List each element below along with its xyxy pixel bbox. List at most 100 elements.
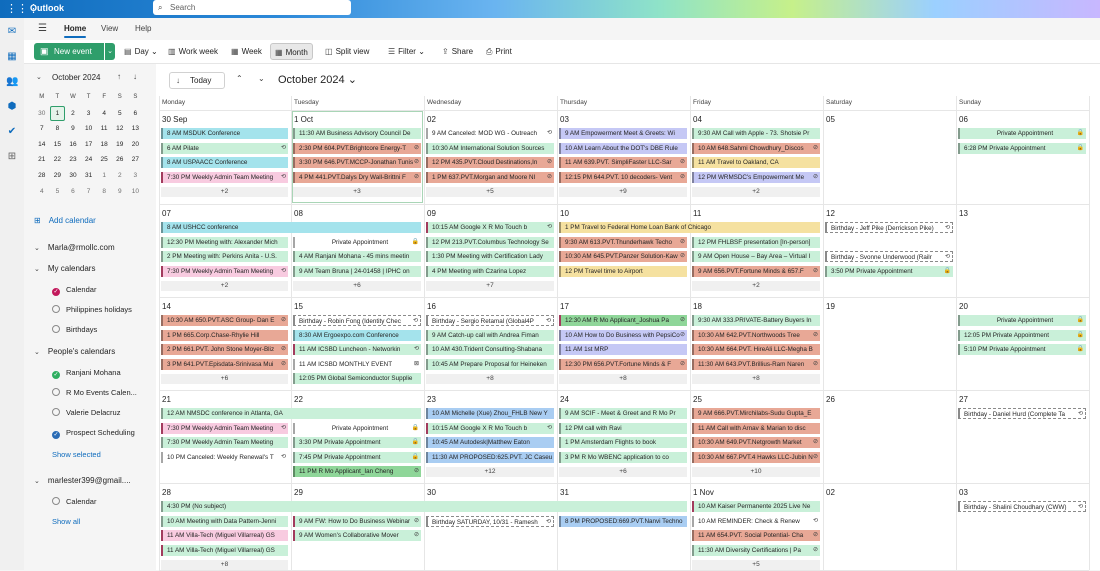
calendar-event[interactable]: 11 AM 639.PVT. SimpliFaster LLC-Sar ⊘ [559,157,687,168]
more-events-button[interactable]: +6 [559,467,687,477]
mini-day[interactable]: 9 [65,121,81,137]
chevron-down-icon[interactable]: ⌄ [36,73,42,81]
calendar-event[interactable]: 4 PM Meeting with Czarina Lopez [426,265,554,277]
calendar-event[interactable]: 8:30 AM Ergoexpo.com Conference [293,329,421,341]
calendar-event[interactable]: 10:30 AM 649.PVT.Netgrowth Market ⊘ [692,437,820,448]
next-month-icon[interactable]: ↓ [133,72,137,81]
mini-day[interactable]: 13 [128,121,144,137]
calendar-event[interactable]: 11 AM Travel to Oakland, CA [692,157,820,168]
calendar-event[interactable]: 2 PM 661.PVT. John Stone Moyer-Bliz ⊘ [161,344,288,355]
calendar-event[interactable]: 11 AM ICSBD MONTHLY EVENT ⊠ [293,358,421,370]
calendar-event[interactable]: 10 AM 430.Trident Consulting-Shabana [426,344,554,355]
more-events-button[interactable]: +10 [692,467,820,477]
day-number[interactable]: 18 [693,302,702,311]
tab-help[interactable]: Help [135,24,151,33]
day-number[interactable]: 02 [427,115,436,124]
mini-day[interactable]: 23 [65,152,81,168]
calendar-event[interactable]: 8 AM USPAACC Conference [161,157,288,168]
calendar-event[interactable]: 9 AM SCIF - Meet & Greet and R Mo Pr [559,408,687,419]
calendar-event[interactable]: 10:30 AM 664.PVT. HireAli LLC-Megha B [692,344,820,355]
calendar-event[interactable]: 3 PM 641.PVT.Episdata-Srinivasa Mui ⊘ [161,358,288,370]
work-week-button[interactable]: ▥ Work week [168,43,218,60]
peoples-calendars-header[interactable]: ⌄ People's calendars [34,347,115,356]
split-view-button[interactable]: ◫ Split view [325,43,369,60]
calendar-event[interactable]: 10:45 AM Autodesk|Matthew Eaton [426,437,554,448]
month-title[interactable]: October 2024 ⌄ [278,73,357,86]
calendar-event[interactable]: 9 AM Team Bruna | 24-01458 | IPHC on [293,265,421,277]
tab-view[interactable]: View [101,24,118,33]
mini-day[interactable]: 5 [50,184,66,200]
calendar-event[interactable]: 12 PM 213.PVT.Columbus Technology Se [426,236,554,248]
share-button[interactable]: ⇪ Share [442,43,473,60]
calendar-event[interactable]: 9 AM 656.PVT.Fortune Minds & 657.F ⊘ [692,265,820,277]
calendar-event[interactable]: Birthday - Robin Fong (Identity Chec ⟲ [293,315,421,326]
previous-period-icon[interactable]: ⌃ [236,74,243,83]
more-events-button[interactable]: +9 [559,187,687,197]
mini-day[interactable]: 3 [81,106,97,122]
day-number[interactable]: 16 [427,302,436,311]
day-number[interactable]: 22 [294,395,303,404]
calendar-event[interactable]: 9 AM Empowerment Meet & Greets: Wi [559,128,687,139]
my-calendars-header[interactable]: ⌄ My calendars [34,264,95,273]
more-events-button[interactable]: +6 [161,374,288,384]
day-number[interactable]: 04 [693,115,702,124]
calendar-event[interactable]: 5:10 PM Private Appointment 🔒 [958,344,1086,355]
mini-day[interactable]: 9 [112,184,128,200]
more-events-button[interactable]: +5 [426,187,554,197]
calendar-event[interactable]: 3 PM R Mo WBENC application to co [559,451,687,463]
calendar-event[interactable]: 4 AM Ranjani Mohana - 45 mins meetin [293,251,421,262]
calendar-event[interactable]: 11 AM Call with Arnav & Marian to disc [692,422,820,434]
day-number[interactable]: 29 [294,488,303,497]
day-number[interactable]: 07 [162,209,171,218]
calendar-event[interactable]: 7:45 PM Private Appointment 🔒 [293,451,421,463]
calendar-event[interactable]: 3:30 PM Private Appointment 🔒 [293,437,421,448]
calendar-event[interactable]: 9 AM Canceled: MOD WG - Outreach ⟲ [426,128,554,139]
calendar-event[interactable]: 8 AM MSDUK Conference [161,128,288,139]
day-number[interactable]: 14 [162,302,171,311]
calendar-event[interactable]: Birthday - Shalini Choudhary (CWW) ⟲ [958,501,1086,512]
calendar-event[interactable]: Birthday - Sergio Retamal (Global4P ⟲ [426,315,554,326]
next-period-icon[interactable]: ⌄ [258,74,265,83]
mini-day[interactable]: 6 [65,184,81,200]
more-events-button[interactable]: +2 [692,281,820,291]
more-events-button[interactable]: +2 [692,187,820,197]
mini-day[interactable]: 25 [96,152,112,168]
day-number[interactable]: 30 [427,488,436,497]
day-number[interactable]: 23 [427,395,436,404]
new-event-button[interactable]: ▣ New event [34,43,104,60]
calendar-event[interactable]: 11 AM Villa-Tech (Miguel Villarreal) GS [161,530,288,541]
calendar-toggle[interactable]: ✓ Calendar [52,285,96,296]
calendar-event[interactable]: 10:30 AM 642.PVT.Northwoods Tree ⊘ [692,329,820,341]
mini-day[interactable]: 1 [49,105,66,122]
day-number[interactable]: 15 [294,302,303,311]
calendar-event[interactable]: 9 AM FW: How to Do Business Webinar ⊘ [293,515,421,527]
calendar-event[interactable]: 12 PM call with Ravi [559,422,687,434]
calendar-event[interactable]: 7:30 PM Weekly Admin Team Meeting ⟲ [161,171,288,183]
mini-day[interactable]: 31 [81,168,97,184]
calendar-event[interactable]: 9 AM 666.PVT.Mirchilabs-Sudu Gupta_E [692,408,820,419]
more-events-button[interactable]: +8 [559,374,687,384]
day-number[interactable]: 31 [560,488,569,497]
calendar-event[interactable]: 11 AM 654.PVT. Social Potential- Cha ⊘ [692,530,820,541]
calendar-event[interactable]: 4 PM 441.PVT.Dalys Dry Wall-Brittni F ⊘ [293,171,421,183]
todo-icon[interactable]: ✔ [6,126,18,138]
mini-day[interactable]: 4 [34,184,50,200]
mini-day[interactable]: 29 [50,168,66,184]
calendar-event[interactable]: Birthday SATURDAY, 10/31 - Ramesh ⟲ [426,515,554,527]
day-number[interactable]: 1 Nov [693,488,714,497]
mini-day[interactable]: 17 [81,137,97,153]
mini-calendar-title[interactable]: October 2024 [52,73,100,82]
previous-month-icon[interactable]: ↑ [117,72,121,81]
mini-day[interactable]: 11 [96,121,112,137]
new-event-dropdown-icon[interactable]: ⌄ [105,43,115,60]
calendar-event[interactable]: 10:30 AM 667.PVT.4 Hawks LLC-Jubin N ⊘ [692,451,820,463]
calendar-event[interactable]: 10:30 AM International Solution Sources [426,142,554,154]
calendar-event[interactable]: Birthday - Daniel Hurd (Complete Ta ⟲ [958,408,1086,419]
calendar-toggle[interactable]: R Mo Events Calen... [52,388,137,397]
mini-day[interactable]: 22 [50,152,66,168]
mini-day[interactable]: 27 [128,152,144,168]
calendar-event[interactable]: 12:30 AM R Mo Applicant_Joshua Pa ⊘ [559,315,687,326]
day-number[interactable]: 30 Sep [162,115,187,124]
calendar-event[interactable]: Private Appointment 🔒 [958,315,1086,326]
today-button[interactable]: ↓ Today [169,72,225,89]
